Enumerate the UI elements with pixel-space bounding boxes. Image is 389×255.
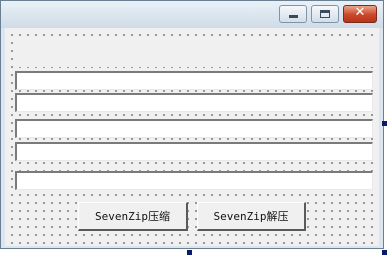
textbox-2[interactable] (15, 93, 373, 112)
textbox-3[interactable] (15, 119, 373, 138)
minimize-icon (289, 15, 298, 18)
close-icon: ✕ (354, 5, 366, 20)
textbox-1[interactable] (15, 71, 373, 90)
resize-handle-right[interactable] (382, 121, 387, 126)
maximize-icon (320, 10, 330, 18)
textbox-5[interactable] (15, 171, 373, 190)
sevenzip-extract-button[interactable]: SevenZip解压 (197, 202, 306, 231)
close-button[interactable]: ✕ (343, 5, 377, 23)
status-label (15, 41, 373, 67)
minimize-button[interactable] (279, 5, 307, 23)
resize-handle-bottom[interactable] (187, 250, 192, 255)
designer-window: ✕ SevenZip压缩 SevenZip解压 (0, 0, 384, 249)
textbox-4[interactable] (15, 142, 373, 161)
resize-handle-corner[interactable] (382, 250, 387, 255)
form-design-surface[interactable]: SevenZip压缩 SevenZip解压 (5, 28, 379, 246)
maximize-button[interactable] (311, 5, 339, 23)
sevenzip-compress-button[interactable]: SevenZip压缩 (78, 202, 188, 231)
title-bar[interactable]: ✕ (1, 1, 383, 28)
